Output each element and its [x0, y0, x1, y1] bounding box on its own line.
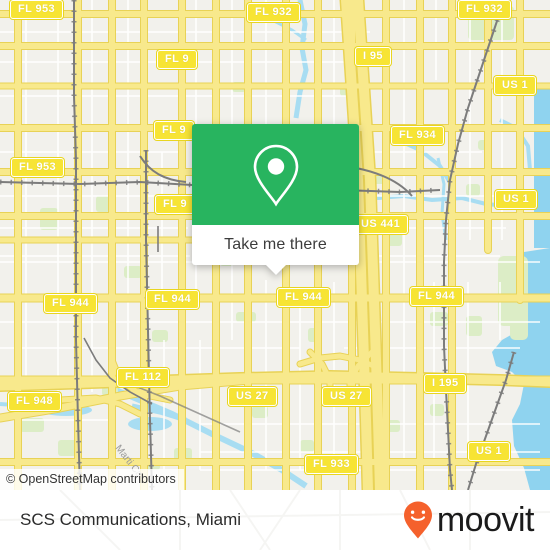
callout-action-panel[interactable]: Take me there [192, 225, 359, 275]
road-shield: FL 9 [155, 195, 196, 214]
road-shield: FL 953 [10, 0, 64, 19]
callout-pointer [264, 264, 287, 275]
road-shield: FL 944 [410, 287, 464, 306]
road-shield: FL 944 [146, 290, 200, 309]
moovit-wordmark: moovit [436, 501, 535, 539]
road-shield: FL 112 [117, 368, 170, 387]
road-shield: FL 9 [157, 50, 198, 69]
road-shield: FL 948 [8, 392, 62, 411]
callout-icon-panel [192, 124, 359, 225]
footer-bar: SCS Communications, Miami moovit [0, 490, 550, 550]
road-shield: FL 933 [305, 455, 359, 474]
road-shield: FL 944 [277, 288, 331, 307]
destination-callout[interactable]: Take me there [192, 124, 359, 275]
road-shield: US 1 [494, 76, 537, 95]
moovit-brand[interactable]: moovit [401, 500, 535, 540]
road-shield: FL 9 [154, 121, 195, 140]
map-canvas[interactable]: FL 953 FL 932 FL 932 I 95 US 1 FL 9 FL 9 FL 934… [0, 0, 550, 490]
road-shield: US 1 [468, 442, 511, 461]
road-shield: US 1 [495, 190, 538, 209]
road-shield: US 27 [322, 387, 371, 406]
road-shield: FL 932 [458, 0, 512, 19]
road-shield: US 441 [353, 215, 409, 234]
road-shield: FL 932 [247, 3, 301, 22]
road-shield: US 27 [228, 387, 277, 406]
moovit-pin-smiley-icon [403, 501, 432, 539]
osm-attribution[interactable]: © OpenStreetMap contributors [0, 469, 184, 490]
road-shield: FL 934 [391, 126, 445, 145]
take-me-there-label: Take me there [224, 236, 327, 253]
road-shield: FL 944 [44, 294, 98, 313]
road-shield: I 95 [355, 47, 391, 66]
road-shield: I 195 [424, 374, 467, 393]
road-shield: FL 953 [11, 158, 65, 177]
place-title: SCS Communications, Miami [20, 510, 242, 529]
map-pin-icon [253, 144, 298, 206]
